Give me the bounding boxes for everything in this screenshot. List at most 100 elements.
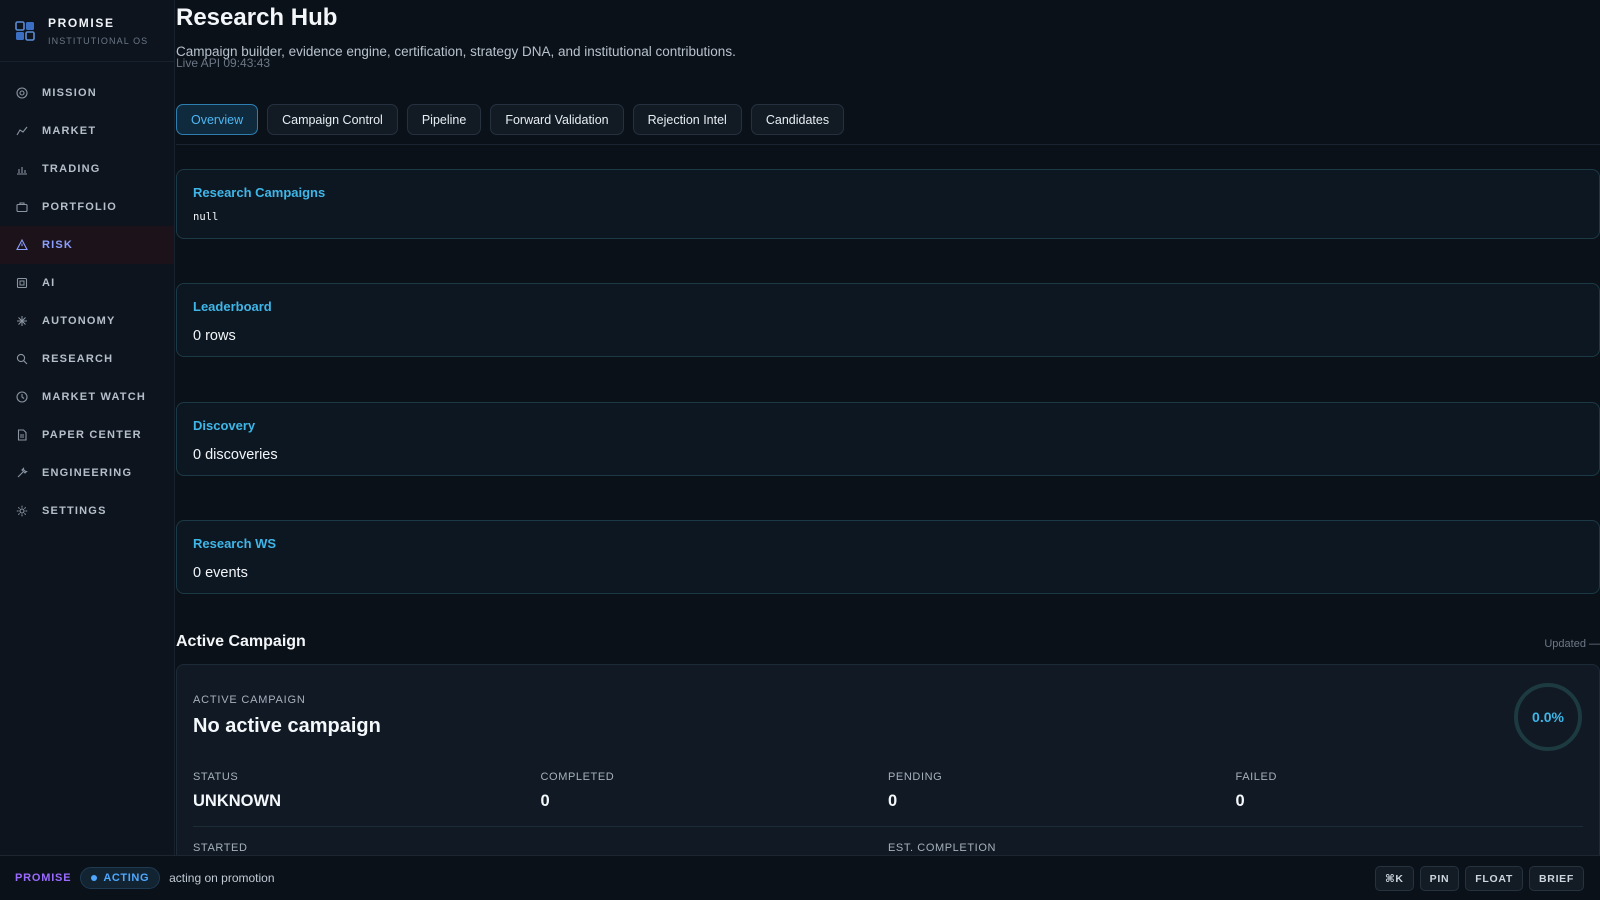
section-title: Active Campaign: [176, 633, 306, 650]
started-label: STARTED: [193, 842, 248, 854]
card-value: 0 rows: [193, 328, 236, 344]
discovery-card: Discovery 0 discoveries: [176, 402, 1600, 476]
sidebar: PROMISE INSTITUTIONAL OS MISSION MARKET …: [0, 0, 175, 855]
sidebar-item-label: RESEARCH: [42, 353, 114, 365]
stat-pending: PENDING 0: [888, 771, 1236, 811]
stat-value: UNKNOWN: [193, 792, 281, 810]
sidebar-item-engineering[interactable]: ENGINEERING: [0, 454, 174, 492]
spark-icon: [15, 314, 29, 328]
campaign-headline: No active campaign: [193, 715, 381, 737]
live-api-status: Live API 09:43:43: [176, 56, 271, 70]
bar-chart-icon: [15, 162, 29, 176]
card-value: 0 discoveries: [193, 447, 278, 463]
campaign-eyebrow: ACTIVE CAMPAIGN: [193, 694, 306, 706]
campaign-dates: STARTED EST. COMPLETION: [193, 842, 1583, 854]
sidebar-item-label: AUTONOMY: [42, 315, 116, 327]
progress-gauge: 0.0%: [1513, 682, 1583, 752]
stat-value: 0: [540, 792, 550, 810]
brief-button[interactable]: BRIEF: [1529, 866, 1584, 891]
tab-bar: Overview Campaign Control Pipeline Forwa…: [176, 104, 845, 135]
progress-gauge-value: 0.0%: [1532, 709, 1564, 725]
campaign-stats: STATUS UNKNOWN COMPLETED 0 PENDING 0 FAI…: [193, 771, 1583, 811]
sidebar-item-portfolio[interactable]: PORTFOLIO: [0, 188, 174, 226]
status-badge[interactable]: ACTING: [80, 867, 161, 889]
sidebar-item-settings[interactable]: SETTINGS: [0, 492, 174, 530]
trend-line-icon: [15, 124, 29, 138]
stat-value: 0: [1235, 792, 1245, 810]
status-badge-label: ACTING: [103, 872, 150, 884]
bottom-status-bar: PROMISE ACTING acting on promotion ⌘K PI…: [0, 855, 1600, 900]
status-brand: PROMISE: [15, 872, 72, 884]
card-title: Research Campaigns: [193, 185, 326, 200]
page-title: Research Hub: [176, 4, 338, 31]
tabs-divider: [176, 144, 1600, 145]
updated-label: Updated —: [1544, 638, 1600, 650]
clock-icon: [15, 390, 29, 404]
divider: [193, 826, 1583, 827]
target-icon: [15, 86, 29, 100]
stat-completed: COMPLETED 0: [541, 771, 889, 811]
brand-subtitle: INSTITUTIONAL OS: [48, 35, 149, 46]
brand[interactable]: PROMISE INSTITUTIONAL OS: [0, 0, 174, 62]
stat-label: PENDING: [888, 771, 943, 783]
sidebar-item-label: PORTFOLIO: [42, 201, 117, 213]
wrench-icon: [15, 466, 29, 480]
sidebar-item-label: RISK: [42, 239, 74, 251]
card-title: Research WS: [193, 536, 277, 551]
tab-campaign-control[interactable]: Campaign Control: [267, 104, 398, 135]
tab-candidates[interactable]: Candidates: [750, 104, 845, 135]
grid-logo-icon: [15, 20, 35, 41]
research-ws-card: Research WS 0 events: [176, 520, 1600, 594]
warning-triangle-icon: [15, 238, 29, 252]
sidebar-item-market-watch[interactable]: MARKET WATCH: [0, 378, 174, 416]
sidebar-item-market[interactable]: MARKET: [0, 112, 174, 150]
card-value: null: [193, 211, 219, 223]
gear-icon: [15, 504, 29, 518]
card-title: Discovery: [193, 418, 256, 433]
sidebar-item-label: MISSION: [42, 87, 97, 99]
status-message: acting on promotion: [169, 871, 275, 885]
sidebar-item-label: SETTINGS: [42, 505, 107, 517]
sidebar-item-ai[interactable]: AI: [0, 264, 174, 302]
stat-label: COMPLETED: [540, 771, 615, 783]
bottom-actions: ⌘K PIN FLOAT BRIEF: [1374, 866, 1584, 891]
sidebar-item-mission[interactable]: MISSION: [0, 74, 174, 112]
stat-failed: FAILED 0: [1236, 771, 1584, 811]
sidebar-item-label: ENGINEERING: [42, 467, 133, 479]
sidebar-item-trading[interactable]: TRADING: [0, 150, 174, 188]
leaderboard-card: Leaderboard 0 rows: [176, 283, 1600, 357]
sidebar-item-risk[interactable]: RISK: [0, 226, 174, 264]
pin-button[interactable]: PIN: [1419, 866, 1460, 891]
sidebar-item-label: MARKET WATCH: [42, 391, 147, 403]
document-icon: [15, 428, 29, 442]
est-completion-label: EST. COMPLETION: [888, 842, 997, 854]
command-palette-button[interactable]: ⌘K: [1374, 866, 1414, 891]
tab-rejection-intel[interactable]: Rejection Intel: [632, 104, 742, 135]
tab-forward-validation[interactable]: Forward Validation: [490, 104, 624, 135]
sidebar-item-label: TRADING: [42, 163, 101, 175]
sidebar-nav: MISSION MARKET TRADING PORTFOLIO RISK AI…: [0, 74, 174, 530]
brand-name: PROMISE: [48, 15, 115, 30]
stat-status: STATUS UNKNOWN: [193, 771, 541, 811]
sidebar-item-autonomy[interactable]: AUTONOMY: [0, 302, 174, 340]
stat-label: STATUS: [193, 771, 239, 783]
sidebar-item-paper-center[interactable]: PAPER CENTER: [0, 416, 174, 454]
card-value: 0 events: [193, 565, 248, 581]
active-campaign-card: ACTIVE CAMPAIGN No active campaign 0.0% …: [176, 664, 1600, 864]
briefcase-icon: [15, 200, 29, 214]
tab-pipeline[interactable]: Pipeline: [406, 104, 482, 135]
stat-label: FAILED: [1235, 771, 1278, 783]
float-button[interactable]: FLOAT: [1465, 866, 1523, 891]
research-campaigns-card: Research Campaigns null: [176, 169, 1600, 239]
chip-icon: [15, 276, 29, 290]
sidebar-item-label: AI: [42, 277, 56, 289]
tab-overview[interactable]: Overview: [176, 104, 259, 135]
sidebar-item-research[interactable]: RESEARCH: [0, 340, 174, 378]
sidebar-item-label: PAPER CENTER: [42, 429, 142, 441]
stat-value: 0: [888, 792, 898, 810]
sidebar-item-label: MARKET: [42, 125, 97, 137]
main-content: Research Hub Campaign builder, evidence …: [176, 0, 1600, 864]
search-icon: [15, 352, 29, 366]
status-dot-icon: [91, 875, 98, 881]
card-title: Leaderboard: [193, 299, 272, 314]
